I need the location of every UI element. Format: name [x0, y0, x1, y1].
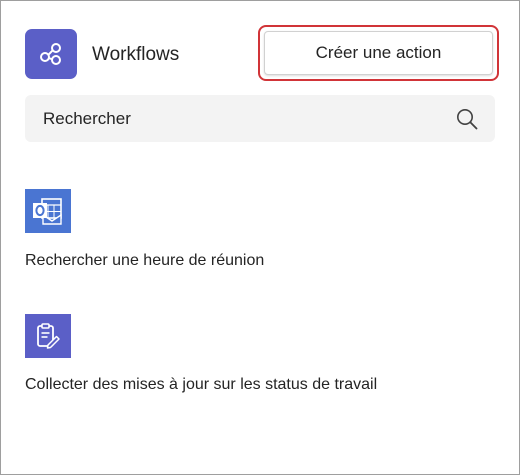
workflows-app-icon[interactable] — [25, 29, 77, 79]
search-input[interactable] — [43, 95, 443, 142]
workflow-item-status-updates-icon-tile[interactable] — [25, 314, 71, 358]
search-icon[interactable] — [455, 107, 479, 131]
workflow-item-meeting-time-icon-tile[interactable] — [25, 189, 71, 233]
create-action-label: Créer une action — [315, 43, 442, 62]
search-box[interactable] — [25, 95, 495, 142]
create-action-button[interactable]: Créer une action — [264, 31, 493, 75]
clipboard-edit-icon — [37, 323, 60, 349]
outlook-calendar-icon — [33, 198, 62, 225]
workflow-item-label[interactable]: Rechercher une heure de réunion — [25, 251, 264, 271]
app-title: Workflows — [92, 44, 180, 65]
share-nodes-icon — [40, 43, 61, 65]
workflow-item-label[interactable]: Collecter des mises à jour sur les statu… — [25, 375, 377, 395]
